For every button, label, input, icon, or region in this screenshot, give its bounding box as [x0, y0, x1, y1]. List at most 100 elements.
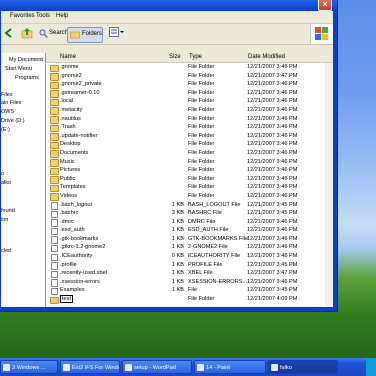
vertical-scrollbar[interactable]: [325, 63, 333, 307]
file-row[interactable]: .recently-used.xbel 1 KB XBEL File 12/21/20…: [46, 269, 333, 279]
column-header-size[interactable]: Size: [169, 54, 181, 60]
views-button[interactable]: [109, 27, 127, 41]
file-date: 12/21/2007 3:46 PM: [247, 175, 298, 182]
file-row[interactable]: .update-notifier File Folder 12/21/2007 3:…: [46, 132, 333, 141]
tree-item[interactable]: Programs: [15, 75, 39, 81]
file-row[interactable]: .gtk-bookmarks 1 KB GTK-BOOKMARKS File 12/2…: [46, 235, 333, 244]
file-type: File Folder: [188, 106, 215, 113]
tree-item[interactable]: o: [1, 171, 4, 177]
tree-item[interactable]: OWS: [1, 109, 14, 115]
back-arrow-icon[interactable]: [3, 27, 13, 41]
file-name: .gtk-bookmarks: [60, 235, 99, 242]
file-row[interactable]: .Trash File Folder 12/21/2007 3:46 PM: [46, 123, 333, 133]
file-row[interactable]: .metacity File Folder 12/21/2007 3:46 PM: [46, 106, 333, 115]
taskbar-label: 3 Windows ...: [12, 365, 46, 371]
file-row[interactable]: Videos File Folder 12/21/2007 3:46 PM: [46, 192, 333, 201]
tree-item[interactable]: Files: [1, 92, 13, 98]
file-row[interactable]: .gtkrc-1.2-gnome2 1 KB 2-GNOME2 File 12/21/…: [46, 243, 333, 253]
file-row[interactable]: .profile 1 KB PROFILE File 12/21/2007 3:45 …: [46, 261, 333, 270]
file-name: Public: [60, 175, 76, 182]
file-name: Templates: [60, 184, 86, 191]
explorer-window[interactable]: × Favorites Tools Help Search Folders My…: [0, 0, 338, 312]
file-row[interactable]: Documents File Folder 12/21/2007 3:46 PM: [46, 149, 333, 158]
tree-item[interactable]: Drive (D:): [1, 118, 25, 124]
folders-button[interactable]: Folders: [67, 27, 103, 43]
menu-tools[interactable]: Tools: [36, 13, 50, 19]
file-row[interactable]: .dmrc 1 KB DMRC File 12/21/2007 3:46 PM: [46, 218, 333, 227]
up-folder-icon[interactable]: [21, 27, 33, 41]
file-date: 12/21/2007 3:46 PM: [247, 149, 298, 156]
file-type: File: [188, 287, 198, 294]
taskbar-button[interactable]: 3 Windows ...: [0, 360, 58, 374]
taskbar-button[interactable]: Ext2 IFS For Window...: [60, 360, 120, 374]
file-row[interactable]: .gnome2_private File Folder 12/21/2007 3:4…: [46, 80, 333, 90]
tree-item[interactable]: Start Menu: [5, 66, 32, 72]
file-date: 12/21/2007 3:45 PM: [247, 201, 298, 208]
column-header-name[interactable]: Name: [60, 54, 76, 60]
file-list[interactable]: Name Size Type Date Modified .gnome File …: [46, 53, 333, 307]
tree-item[interactable]: cled: [1, 248, 11, 254]
column-header-date[interactable]: Date Modified: [248, 54, 285, 60]
taskbar-button[interactable]: falko: [268, 360, 338, 374]
file-date: 12/21/2007 3:46 PM: [247, 184, 298, 191]
file-size: 1 KB: [171, 278, 184, 285]
file-name: .bash_logout: [60, 201, 93, 208]
file-row[interactable]: .nautilus File Folder 12/21/2007 3:46 PM: [46, 115, 333, 124]
menu-help[interactable]: Help: [56, 13, 68, 19]
system-tray[interactable]: [366, 358, 376, 376]
file-date: 12/21/2007 3:47 PM: [247, 72, 298, 79]
file-row[interactable]: Templates File Folder 12/21/2007 3:46 PM: [46, 183, 333, 193]
menu-bar: Favorites Tools Help: [1, 11, 333, 24]
file-row[interactable]: .bashrc 3 KB BASHRC File 12/21/2007 3:45 PM: [46, 209, 333, 219]
app-icon: [3, 364, 10, 371]
tree-item[interactable]: ion: [1, 217, 8, 223]
file-date: 12/21/2007 3:46 PM: [247, 124, 298, 131]
tree-item[interactable]: My Document: [9, 57, 43, 63]
file-type: XBEL File: [188, 270, 213, 277]
app-icon: [271, 364, 278, 371]
file-row[interactable]: .local File Folder 12/21/2007 3:46 PM: [46, 97, 333, 107]
tree-item[interactable]: ain Files: [1, 100, 21, 106]
file-name: Examples: [60, 287, 85, 294]
file-type: File Folder: [188, 184, 215, 191]
taskbar-button[interactable]: setup - WordPad: [122, 360, 192, 374]
file-row[interactable]: Music File Folder 12/21/2007 3:46 PM: [46, 158, 333, 167]
tree-item[interactable]: alko: [1, 180, 11, 186]
file-row[interactable]: test File Folder 12/21/2007 4:09 PM: [46, 295, 333, 305]
folders-label: Folders: [82, 31, 103, 37]
file-type: GTK-BOOKMARKS File: [188, 235, 248, 242]
file-row[interactable]: Examples 1 KB File 12/21/2007 3:45 PM: [46, 286, 333, 296]
file-row[interactable]: .bash_logout 1 KB BASH_LOGOUT File 12/21/20…: [46, 201, 333, 210]
file-row[interactable]: .gnome2 File Folder 12/21/2007 3:47 PM: [46, 72, 333, 81]
taskbar-button[interactable]: 14 - Paint: [194, 360, 266, 374]
file-date: 12/21/2007 3:45 PM: [247, 287, 298, 294]
file-name: .gnome2_private: [60, 81, 102, 88]
folder-tree[interactable]: My Document Start Menu Programs Files ai…: [1, 53, 46, 307]
file-row[interactable]: .ICEauthority 0 KB ICEAUTHORITY File 12/21/…: [46, 252, 333, 262]
file-size: 1 KB: [171, 261, 184, 268]
file-row[interactable]: .xsession-errors 1 KB XSESSION-ERRORS... 12…: [46, 278, 333, 287]
file-type: File Folder: [188, 141, 215, 148]
taskbar-label: Ext2 IFS For Window...: [72, 365, 119, 371]
file-type: BASH_LOGOUT File: [188, 201, 241, 208]
file-name: Pictures: [60, 167, 81, 174]
search-button[interactable]: Search: [39, 27, 68, 41]
column-header-type[interactable]: Type: [189, 54, 202, 60]
file-row[interactable]: .esd_auth 1 KB ESD_AUTH File 12/21/2007 3:4…: [46, 226, 333, 236]
file-type: File Folder: [188, 149, 215, 156]
file-row[interactable]: Pictures File Folder 12/21/2007 3:46 PM: [46, 166, 333, 176]
taskbar-label: falko: [280, 365, 292, 371]
file-row[interactable]: Public File Folder 12/21/2007 3:46 PM: [46, 175, 333, 184]
file-row[interactable]: .gstreamer-0.10 File Folder 12/21/2007 3:4…: [46, 89, 333, 98]
title-bar[interactable]: ×: [0, 0, 337, 11]
close-button[interactable]: ×: [318, 0, 332, 11]
menu-favorites[interactable]: Favorites: [10, 13, 35, 19]
file-date: 12/21/2007 3:46 PM: [247, 167, 298, 174]
tree-item[interactable]: (E:): [1, 127, 10, 133]
windows-logo: [310, 24, 333, 44]
file-date: 12/21/2007 3:46 PM: [247, 158, 298, 165]
tree-item[interactable]: found: [1, 208, 15, 214]
file-name: .ICEauthority: [60, 253, 93, 260]
file-row[interactable]: .gnome File Folder 12/21/2007 3:46 PM: [46, 63, 333, 72]
file-row[interactable]: Desktop File Folder 12/21/2007 3:46 PM: [46, 140, 333, 150]
